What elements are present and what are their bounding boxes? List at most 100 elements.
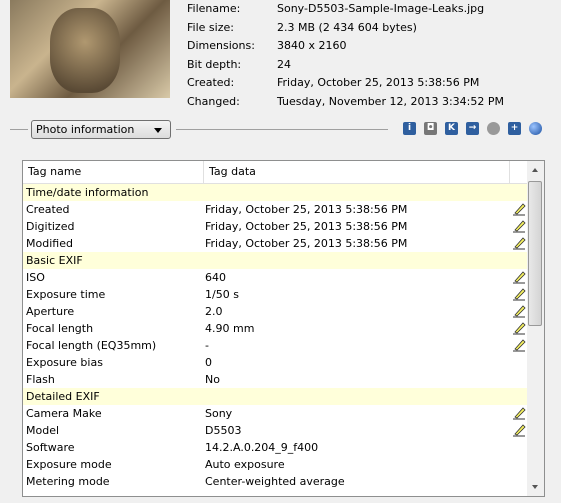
tag-table: Tag name Tag data Time/date information C… [22, 160, 545, 497]
file-info-value: 24 [277, 57, 291, 71]
edit-pencil-icon[interactable] [512, 321, 526, 335]
tag-name: Exposure bias [26, 356, 103, 369]
tag-data: 14.2.A.0.204_9_f400 [205, 441, 319, 454]
group-title: Basic EXIF [26, 254, 83, 267]
file-info-value: Friday, October 25, 2013 5:38:56 PM [277, 76, 480, 90]
tag-name: Model [26, 424, 60, 437]
tag-data: Friday, October 25, 2013 5:38:56 PM [205, 203, 408, 216]
tag-name: Aperture [26, 305, 75, 318]
divider [176, 129, 388, 130]
tag-name: Exposure time [26, 288, 106, 301]
tag-name: Exposure mode [26, 458, 112, 471]
file-info-row: Created: Friday, October 25, 2013 5:38:56… [187, 74, 504, 93]
k-icon[interactable]: K [445, 122, 458, 135]
file-info-row: Changed: Tuesday, November 12, 2013 3:34:… [187, 93, 504, 112]
column-header-tag-name[interactable]: Tag name [23, 161, 204, 183]
edit-pencil-icon[interactable] [512, 406, 526, 420]
group-header-row[interactable]: Detailed EXIF [23, 388, 528, 405]
table-row[interactable]: Modified Friday, October 25, 2013 5:38:56… [23, 235, 528, 252]
tag-name: Digitized [26, 220, 75, 233]
table-row[interactable]: ISO 640 [23, 269, 528, 286]
tag-data: No [205, 373, 220, 386]
file-info-label: Dimensions: [187, 39, 255, 53]
tag-name: Focal length (EQ35mm) [26, 339, 157, 352]
tag-name: Camera Make [26, 407, 102, 420]
chevron-down-icon [154, 128, 162, 133]
table-header: Tag name Tag data [23, 161, 528, 184]
info-icon[interactable]: i [403, 122, 416, 135]
group-title: Detailed EXIF [26, 390, 100, 403]
edit-pencil-icon[interactable] [512, 270, 526, 284]
tag-name: Metering mode [26, 475, 110, 488]
tag-data: Friday, October 25, 2013 5:38:56 PM [205, 220, 408, 233]
file-info-label: Filename: [187, 2, 241, 15]
file-info-label: Changed: [187, 94, 240, 108]
tag-name: Flash [26, 373, 55, 386]
edit-pencil-icon[interactable] [512, 338, 526, 352]
view-select-value: Photo information [36, 123, 135, 136]
tag-data: Sony [205, 407, 233, 420]
table-row[interactable]: Exposure bias 0 [23, 354, 528, 371]
scroll-up-icon[interactable] [532, 168, 538, 172]
tag-name: Software [26, 441, 75, 454]
table-row[interactable]: Digitized Friday, October 25, 2013 5:38:5… [23, 218, 528, 235]
tag-data: 2.0 [205, 305, 223, 318]
table-row[interactable]: Aperture 2.0 [23, 303, 528, 320]
globe-gray-icon[interactable] [487, 122, 500, 135]
table-row[interactable]: Focal length (EQ35mm) - [23, 337, 528, 354]
edit-pencil-icon[interactable] [512, 304, 526, 318]
photo-thumbnail [10, 0, 170, 98]
group-header-row[interactable]: Basic EXIF [23, 252, 528, 269]
vertical-scrollbar[interactable] [527, 161, 544, 496]
camera-icon[interactable]: ◘ [424, 122, 437, 135]
file-info-value: 2.3 MB (2 434 604 bytes) [277, 20, 417, 34]
file-info-row: File size: 2.3 MB (2 434 604 bytes) [187, 19, 504, 38]
arrow-right-icon[interactable]: → [466, 122, 479, 135]
tag-data: 1/50 s [205, 288, 239, 301]
edit-pencil-icon[interactable] [512, 287, 526, 301]
file-info-label: Created: [187, 76, 235, 90]
table-row[interactable]: Flash No [23, 371, 528, 388]
tag-name: Modified [26, 237, 73, 250]
table-row[interactable]: Exposure mode Auto exposure [23, 456, 528, 473]
tag-data: D5503 [205, 424, 242, 437]
scroll-down-icon[interactable] [532, 485, 538, 489]
tag-data: Friday, October 25, 2013 5:38:56 PM [205, 237, 408, 250]
tag-name: Created [26, 203, 70, 216]
group-header-row[interactable]: Time/date information [23, 184, 528, 201]
file-info-label: Bit depth: [187, 57, 242, 71]
view-select[interactable]: Photo information [31, 120, 171, 139]
tag-data: - [205, 339, 209, 352]
file-info: Filename: Sony-D5503-Sample-Image-Leaks.j… [187, 0, 504, 112]
edit-pencil-icon[interactable] [512, 219, 526, 233]
scrollbar-thumb[interactable] [528, 181, 542, 326]
tag-data: 640 [205, 271, 226, 284]
file-info-value: Sony-D5503-Sample-Image-Leaks.jpg [277, 2, 485, 15]
table-row[interactable]: Exposure time 1/50 s [23, 286, 528, 303]
table-row[interactable]: Model D5503 [23, 422, 528, 439]
divider [10, 129, 28, 130]
edit-pencil-icon[interactable] [512, 236, 526, 250]
tag-data: 0 [205, 356, 212, 369]
table-row[interactable]: Metering mode Center-weighted average [23, 473, 528, 490]
column-header-tag-data[interactable]: Tag data [204, 161, 510, 183]
table-row[interactable]: Focal length 4.90 mm [23, 320, 528, 337]
edit-pencil-icon[interactable] [512, 202, 526, 216]
tag-name: Focal length [26, 322, 94, 335]
table-row[interactable]: Software 14.2.A.0.204_9_f400 [23, 439, 528, 456]
file-info-label: File size: [187, 20, 234, 34]
file-info-value: 3840 x 2160 [277, 39, 347, 53]
file-info-row: Filename: Sony-D5503-Sample-Image-Leaks.j… [187, 0, 504, 19]
file-info-value: Tuesday, November 12, 2013 3:34:52 PM [277, 94, 504, 108]
thumbnail-face [50, 8, 120, 93]
tag-data: 4.90 mm [205, 322, 255, 335]
file-info-row: Bit depth: 24 [187, 56, 504, 75]
globe-icon[interactable] [529, 122, 542, 135]
table-row[interactable]: Camera Make Sony [23, 405, 528, 422]
plus-icon[interactable]: + [508, 122, 521, 135]
file-info-row: Dimensions: 3840 x 2160 [187, 37, 504, 56]
table-row[interactable]: Created Friday, October 25, 2013 5:38:56 … [23, 201, 528, 218]
tag-name: ISO [26, 271, 45, 284]
edit-pencil-icon[interactable] [512, 423, 526, 437]
group-title: Time/date information [26, 186, 149, 199]
